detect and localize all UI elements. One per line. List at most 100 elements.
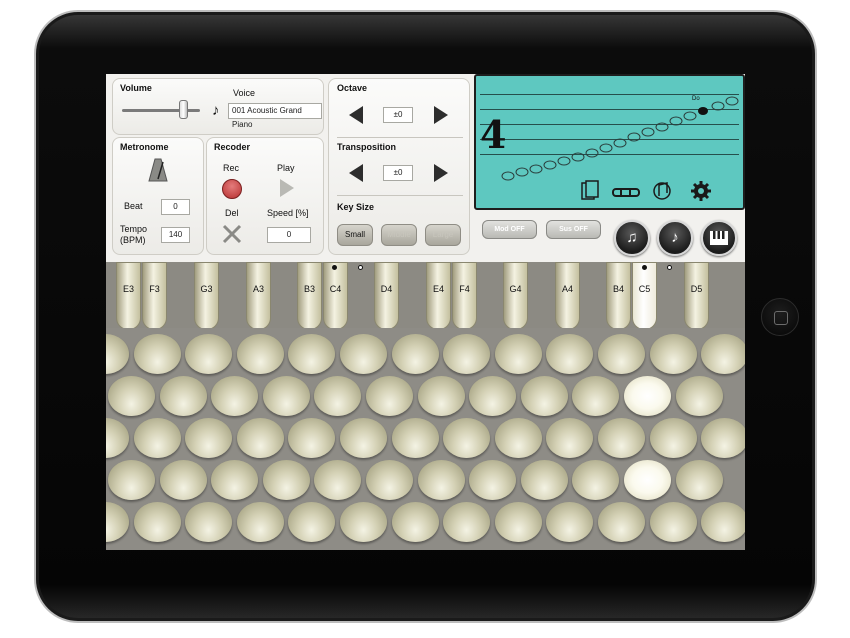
key-f4[interactable]: F4 [452, 262, 477, 330]
accordion-button[interactable] [572, 460, 619, 500]
accordion-button[interactable] [160, 376, 207, 416]
accordion-button[interactable] [495, 502, 542, 542]
accordion-button[interactable] [418, 376, 465, 416]
piano-button[interactable] [701, 220, 737, 256]
volume-slider-thumb[interactable] [179, 100, 188, 119]
accordion-button[interactable] [546, 418, 593, 458]
accordion-button[interactable] [314, 376, 361, 416]
keys-icon[interactable] [612, 186, 640, 198]
key-e4[interactable]: E4 [426, 262, 451, 330]
accordion-button[interactable] [185, 418, 232, 458]
key-size-small-button[interactable]: Small [337, 224, 373, 246]
accordion-button[interactable] [676, 460, 723, 500]
key-d4[interactable]: D4 [374, 262, 399, 330]
accordion-button[interactable] [134, 418, 181, 458]
accordion-button[interactable] [211, 460, 258, 500]
accordion-button[interactable] [624, 460, 671, 500]
accordion-button[interactable] [134, 334, 181, 374]
key-g3[interactable]: G3 [194, 262, 219, 330]
key-size-middle-button[interactable]: Middle [381, 224, 417, 246]
octave-up-button[interactable] [434, 106, 448, 124]
accordion-button[interactable] [392, 418, 439, 458]
accordion-button[interactable] [650, 502, 697, 542]
accordion-button[interactable] [237, 502, 284, 542]
accordion-button[interactable] [469, 376, 516, 416]
note-icon[interactable] [652, 180, 672, 202]
accordion-button[interactable] [650, 418, 697, 458]
accordion-button[interactable] [598, 418, 645, 458]
key-a4[interactable]: A4 [555, 262, 580, 330]
accordion-button[interactable] [288, 418, 335, 458]
accordion-button[interactable] [108, 460, 155, 500]
accordion-button[interactable] [185, 502, 232, 542]
music-notes-button[interactable]: ♫ [614, 220, 650, 256]
accordion-button[interactable] [263, 460, 310, 500]
accordion-button[interactable] [598, 334, 645, 374]
accordion-button[interactable] [598, 502, 645, 542]
accordion-button[interactable] [108, 376, 155, 416]
accordion-button[interactable] [650, 334, 697, 374]
key-f3[interactable]: F3 [142, 262, 167, 330]
accordion-button[interactable] [106, 418, 129, 458]
speed-field[interactable]: 0 [267, 227, 311, 243]
accordion-button[interactable] [340, 334, 387, 374]
key-d5[interactable]: D5 [684, 262, 709, 330]
sus-toggle[interactable]: Sus OFF [546, 220, 601, 239]
tempo-field[interactable]: 140 [161, 227, 190, 243]
accordion-button[interactable] [288, 334, 335, 374]
mod-toggle[interactable]: Mod OFF [482, 220, 537, 239]
accordion-button[interactable] [546, 502, 593, 542]
accordion-button[interactable] [211, 376, 258, 416]
volume-slider-track[interactable] [122, 109, 200, 112]
accordion-button[interactable] [701, 418, 745, 458]
key-c5[interactable]: C5 [632, 262, 657, 330]
accordion-button[interactable] [443, 334, 490, 374]
key-e3[interactable]: E3 [116, 262, 141, 330]
transposition-up-button[interactable] [434, 164, 448, 182]
key-c4[interactable]: C4 [323, 262, 348, 330]
accordion-button[interactable] [340, 502, 387, 542]
accordion-button[interactable] [701, 334, 745, 374]
key-g4[interactable]: G4 [503, 262, 528, 330]
home-button[interactable] [761, 298, 799, 336]
beat-field[interactable]: 0 [161, 199, 190, 215]
accordion-button[interactable] [237, 334, 284, 374]
metronome-icon[interactable] [147, 157, 169, 183]
accordion-button[interactable] [134, 502, 181, 542]
accordion-button[interactable] [314, 460, 361, 500]
accordion-button[interactable] [392, 334, 439, 374]
accordion-button[interactable] [185, 334, 232, 374]
accordion-button[interactable] [469, 460, 516, 500]
accordion-button[interactable] [624, 376, 671, 416]
delete-icon[interactable] [222, 224, 242, 244]
accordion-button[interactable] [701, 502, 745, 542]
accordion-button[interactable] [263, 376, 310, 416]
accordion-button[interactable] [676, 376, 723, 416]
record-button[interactable] [222, 179, 242, 199]
pages-icon[interactable] [581, 180, 599, 202]
accordion-button[interactable] [288, 502, 335, 542]
transposition-down-button[interactable] [349, 164, 363, 182]
key-a3[interactable]: A3 [246, 262, 271, 330]
key-size-large-button[interactable]: Large [425, 224, 461, 246]
accordion-button[interactable] [572, 376, 619, 416]
key-b3[interactable]: B3 [297, 262, 322, 330]
play-button[interactable] [280, 179, 294, 197]
accordion-button[interactable] [340, 418, 387, 458]
staff-button[interactable]: ♪ [657, 220, 693, 256]
key-b4[interactable]: B4 [606, 262, 631, 330]
accordion-button[interactable] [546, 334, 593, 374]
accordion-button[interactable] [443, 502, 490, 542]
accordion-button[interactable] [521, 376, 568, 416]
voice-select[interactable]: 001 Acoustic Grand Piano [228, 103, 322, 129]
accordion-button[interactable] [418, 460, 465, 500]
accordion-button[interactable] [443, 418, 490, 458]
accordion-button[interactable] [106, 334, 129, 374]
accordion-button[interactable] [366, 460, 413, 500]
accordion-button[interactable] [495, 334, 542, 374]
octave-down-button[interactable] [349, 106, 363, 124]
accordion-button[interactable] [521, 460, 568, 500]
accordion-button[interactable] [392, 502, 439, 542]
gear-icon[interactable] [690, 180, 712, 202]
accordion-button[interactable] [106, 502, 129, 542]
